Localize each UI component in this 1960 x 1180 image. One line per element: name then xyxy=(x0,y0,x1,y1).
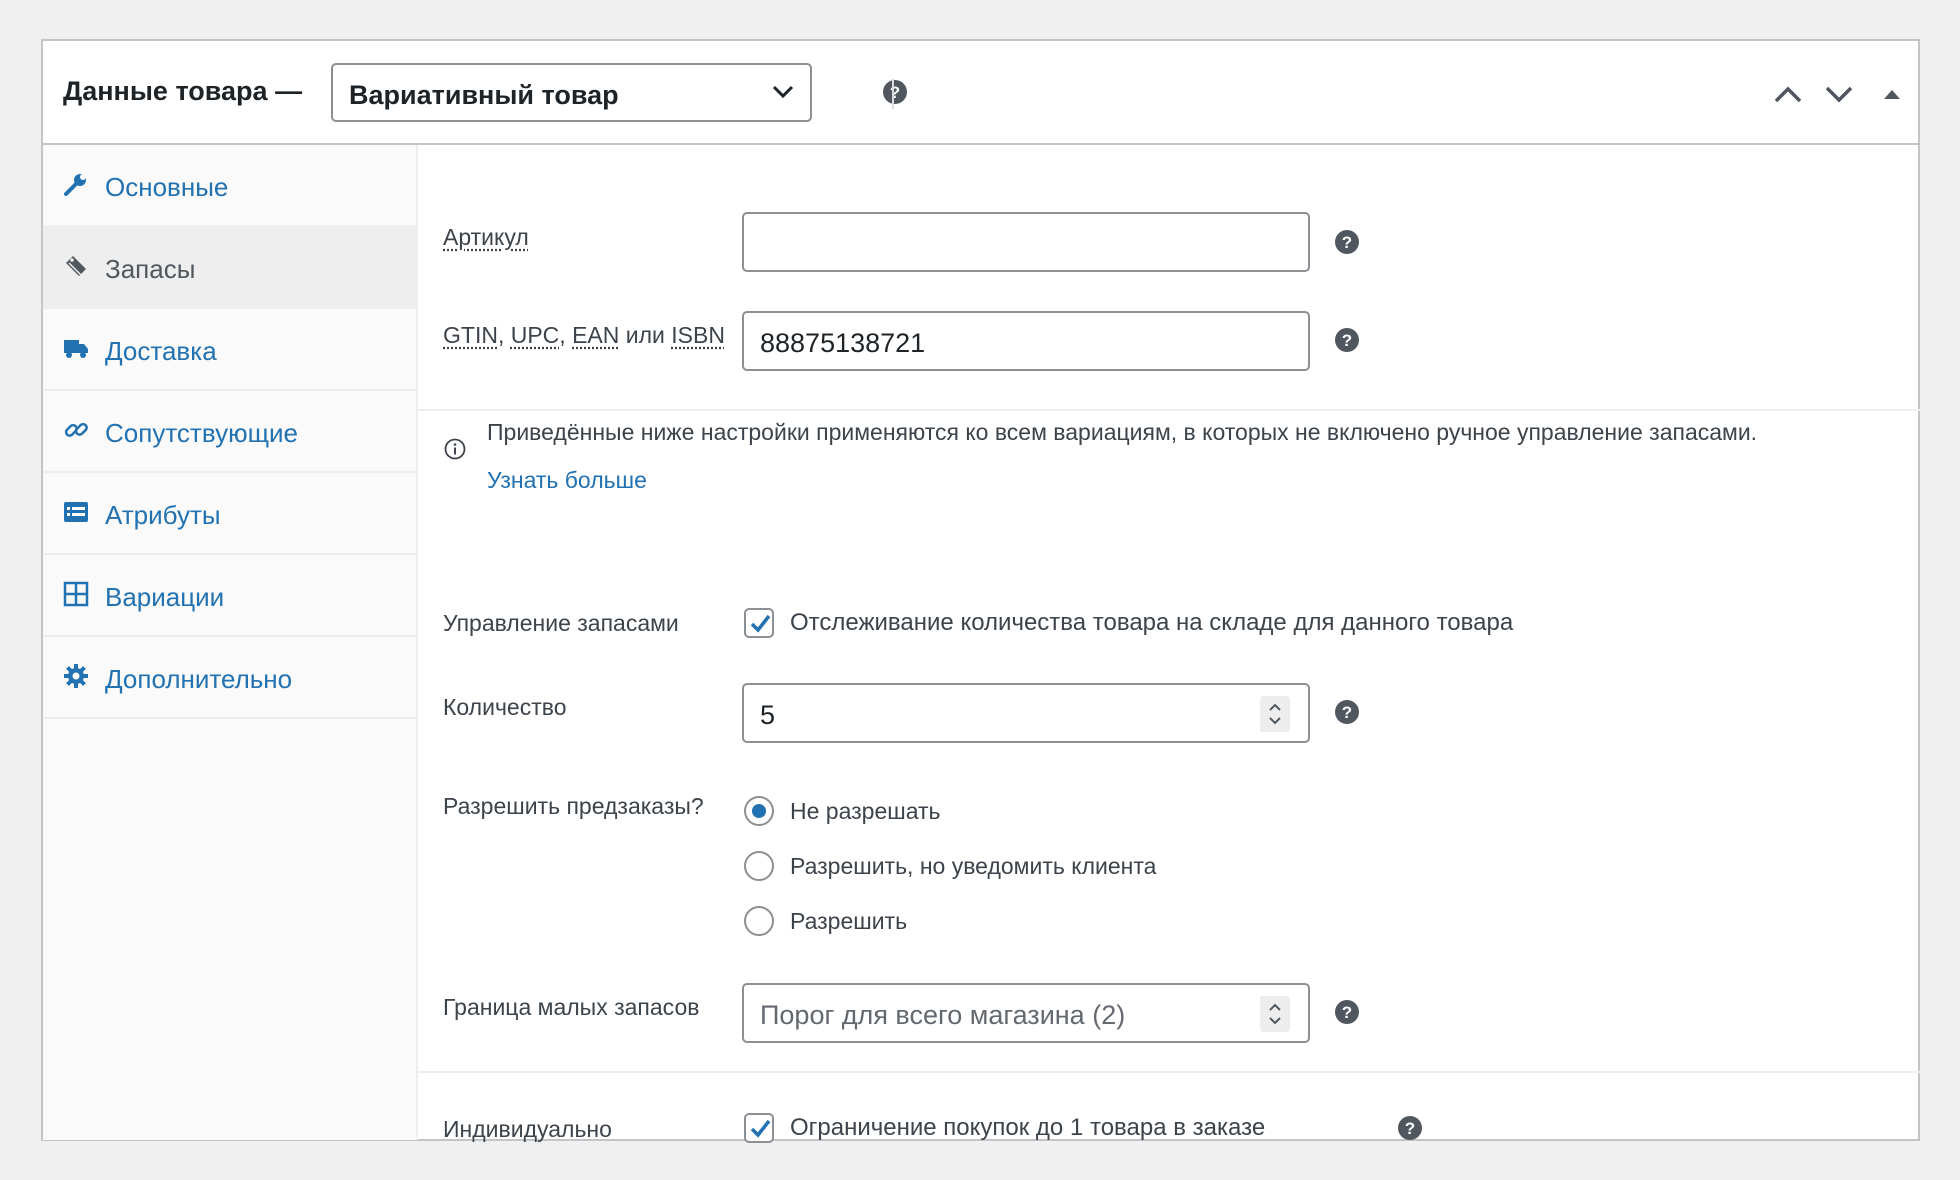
low-stock-label: Граница малых запасов xyxy=(443,994,700,1020)
backorders-option-label: Разрешить, но уведомить клиента xyxy=(790,853,1157,879)
checkmark-icon xyxy=(750,1119,771,1138)
tab-variations[interactable]: Вариации xyxy=(43,555,416,637)
gtin-input[interactable]: 88875138721 xyxy=(742,311,1310,371)
tab-linked-products[interactable]: Сопутствующие xyxy=(43,391,416,473)
help-icon[interactable]: ? xyxy=(883,80,907,104)
low-stock-placeholder: Порог для всего магазина (2) xyxy=(760,1000,1126,1030)
up-down-arrows-icon xyxy=(1269,1003,1281,1025)
link-icon xyxy=(63,417,89,443)
tab-label: Сопутствующие xyxy=(105,418,298,448)
gtin-label: GTIN, UPC, EAN или ISBN xyxy=(443,322,725,348)
product-data-panel: Данные товара — Вариативный товар ? Осно… xyxy=(41,39,1920,1143)
sku-input[interactable] xyxy=(742,212,1310,272)
list-icon xyxy=(63,499,89,525)
tab-label: Вариации xyxy=(105,582,225,612)
low-stock-input[interactable]: Порог для всего магазина (2) xyxy=(742,983,1310,1043)
toggle-panel-button[interactable] xyxy=(1875,79,1909,109)
quantity-stepper[interactable]: 5 xyxy=(742,683,1310,743)
help-icon[interactable]: ? xyxy=(1335,328,1359,352)
tab-label: Атрибуты xyxy=(105,500,221,530)
manage-stock-label: Управление запасами xyxy=(443,610,679,636)
backorders-option-label: Не разрешать xyxy=(790,798,941,824)
tab-label: Запасы xyxy=(105,254,196,284)
info-icon xyxy=(444,438,466,465)
tab-label: Дополнительно xyxy=(105,664,293,694)
up-down-arrows-icon xyxy=(1269,703,1281,725)
inventory-panel: Артикул ? GTIN, UPC, EAN или ISBN 888751… xyxy=(418,145,1920,1143)
quantity-value: 5 xyxy=(760,700,776,730)
chevron-down-icon xyxy=(1825,86,1853,103)
header-separator xyxy=(892,79,894,109)
chevron-down-icon xyxy=(772,85,794,99)
checkmark-icon xyxy=(750,614,771,633)
backorders-label: Разрешить предзаказы? xyxy=(443,793,704,819)
stepper-arrows[interactable] xyxy=(1260,696,1290,732)
manage-stock-text: Отслеживание количества товара на складе… xyxy=(790,609,1514,636)
svg-text:?: ? xyxy=(1405,1119,1415,1138)
svg-text:?: ? xyxy=(1342,1003,1352,1022)
backorders-option-label: Разрешить xyxy=(790,908,908,934)
quantity-label: Количество xyxy=(443,694,567,720)
inventory-notice: Приведённые ниже настройки применяются к… xyxy=(487,408,1817,504)
svg-text:?: ? xyxy=(1342,703,1352,722)
learn-more-link[interactable]: Узнать больше xyxy=(487,467,647,493)
panel-header: Данные товара — Вариативный товар ? xyxy=(43,41,1918,145)
triangle-up-icon xyxy=(1884,90,1900,99)
grid-icon xyxy=(63,581,89,607)
tab-shipping[interactable]: Доставка xyxy=(43,309,416,391)
tag-icon xyxy=(63,253,89,279)
stepper-arrows[interactable] xyxy=(1260,996,1290,1032)
help-icon[interactable]: ? xyxy=(1335,700,1359,724)
backorders-radio-no[interactable] xyxy=(744,796,774,826)
tab-attributes[interactable]: Атрибуты xyxy=(43,473,416,555)
section-divider xyxy=(418,1071,1920,1073)
sold-individually-label: Индивидуально xyxy=(443,1116,612,1142)
wrench-icon xyxy=(63,171,89,197)
sku-label: Артикул xyxy=(443,224,529,250)
move-up-button[interactable] xyxy=(1771,79,1805,109)
sold-individually-text: Ограничение покупок до 1 товара в заказе xyxy=(790,1114,1266,1141)
backorders-radio-yes[interactable] xyxy=(744,906,774,936)
product-type-value: Вариативный товар xyxy=(349,80,619,110)
tab-inventory[interactable]: Запасы xyxy=(43,227,416,309)
help-icon[interactable]: ? xyxy=(1335,230,1359,254)
gear-icon xyxy=(63,663,89,689)
gtin-value: 88875138721 xyxy=(760,328,926,358)
svg-text:?: ? xyxy=(1342,233,1352,252)
help-icon[interactable]: ? xyxy=(1398,1116,1422,1140)
tab-label: Основные xyxy=(105,172,229,202)
tab-general[interactable]: Основные xyxy=(43,145,416,227)
product-type-select[interactable]: Вариативный товар xyxy=(331,63,812,122)
notice-text: Приведённые ниже настройки применяются к… xyxy=(487,419,1758,445)
help-icon[interactable]: ? xyxy=(1335,1000,1359,1024)
svg-text:?: ? xyxy=(1342,331,1352,350)
sold-individually-checkbox[interactable] xyxy=(744,1113,774,1143)
truck-icon xyxy=(63,335,89,361)
tab-label: Доставка xyxy=(105,336,217,366)
tab-advanced[interactable]: Дополнительно xyxy=(43,637,416,719)
chevron-up-icon xyxy=(1774,86,1802,103)
panel-title: Данные товара — xyxy=(63,76,303,106)
move-down-button[interactable] xyxy=(1822,79,1856,109)
backorders-radio-notify[interactable] xyxy=(744,851,774,881)
manage-stock-checkbox[interactable] xyxy=(744,608,774,638)
product-data-tabs: Основные Запасы Доставка Сопутствующие А… xyxy=(43,145,418,1140)
